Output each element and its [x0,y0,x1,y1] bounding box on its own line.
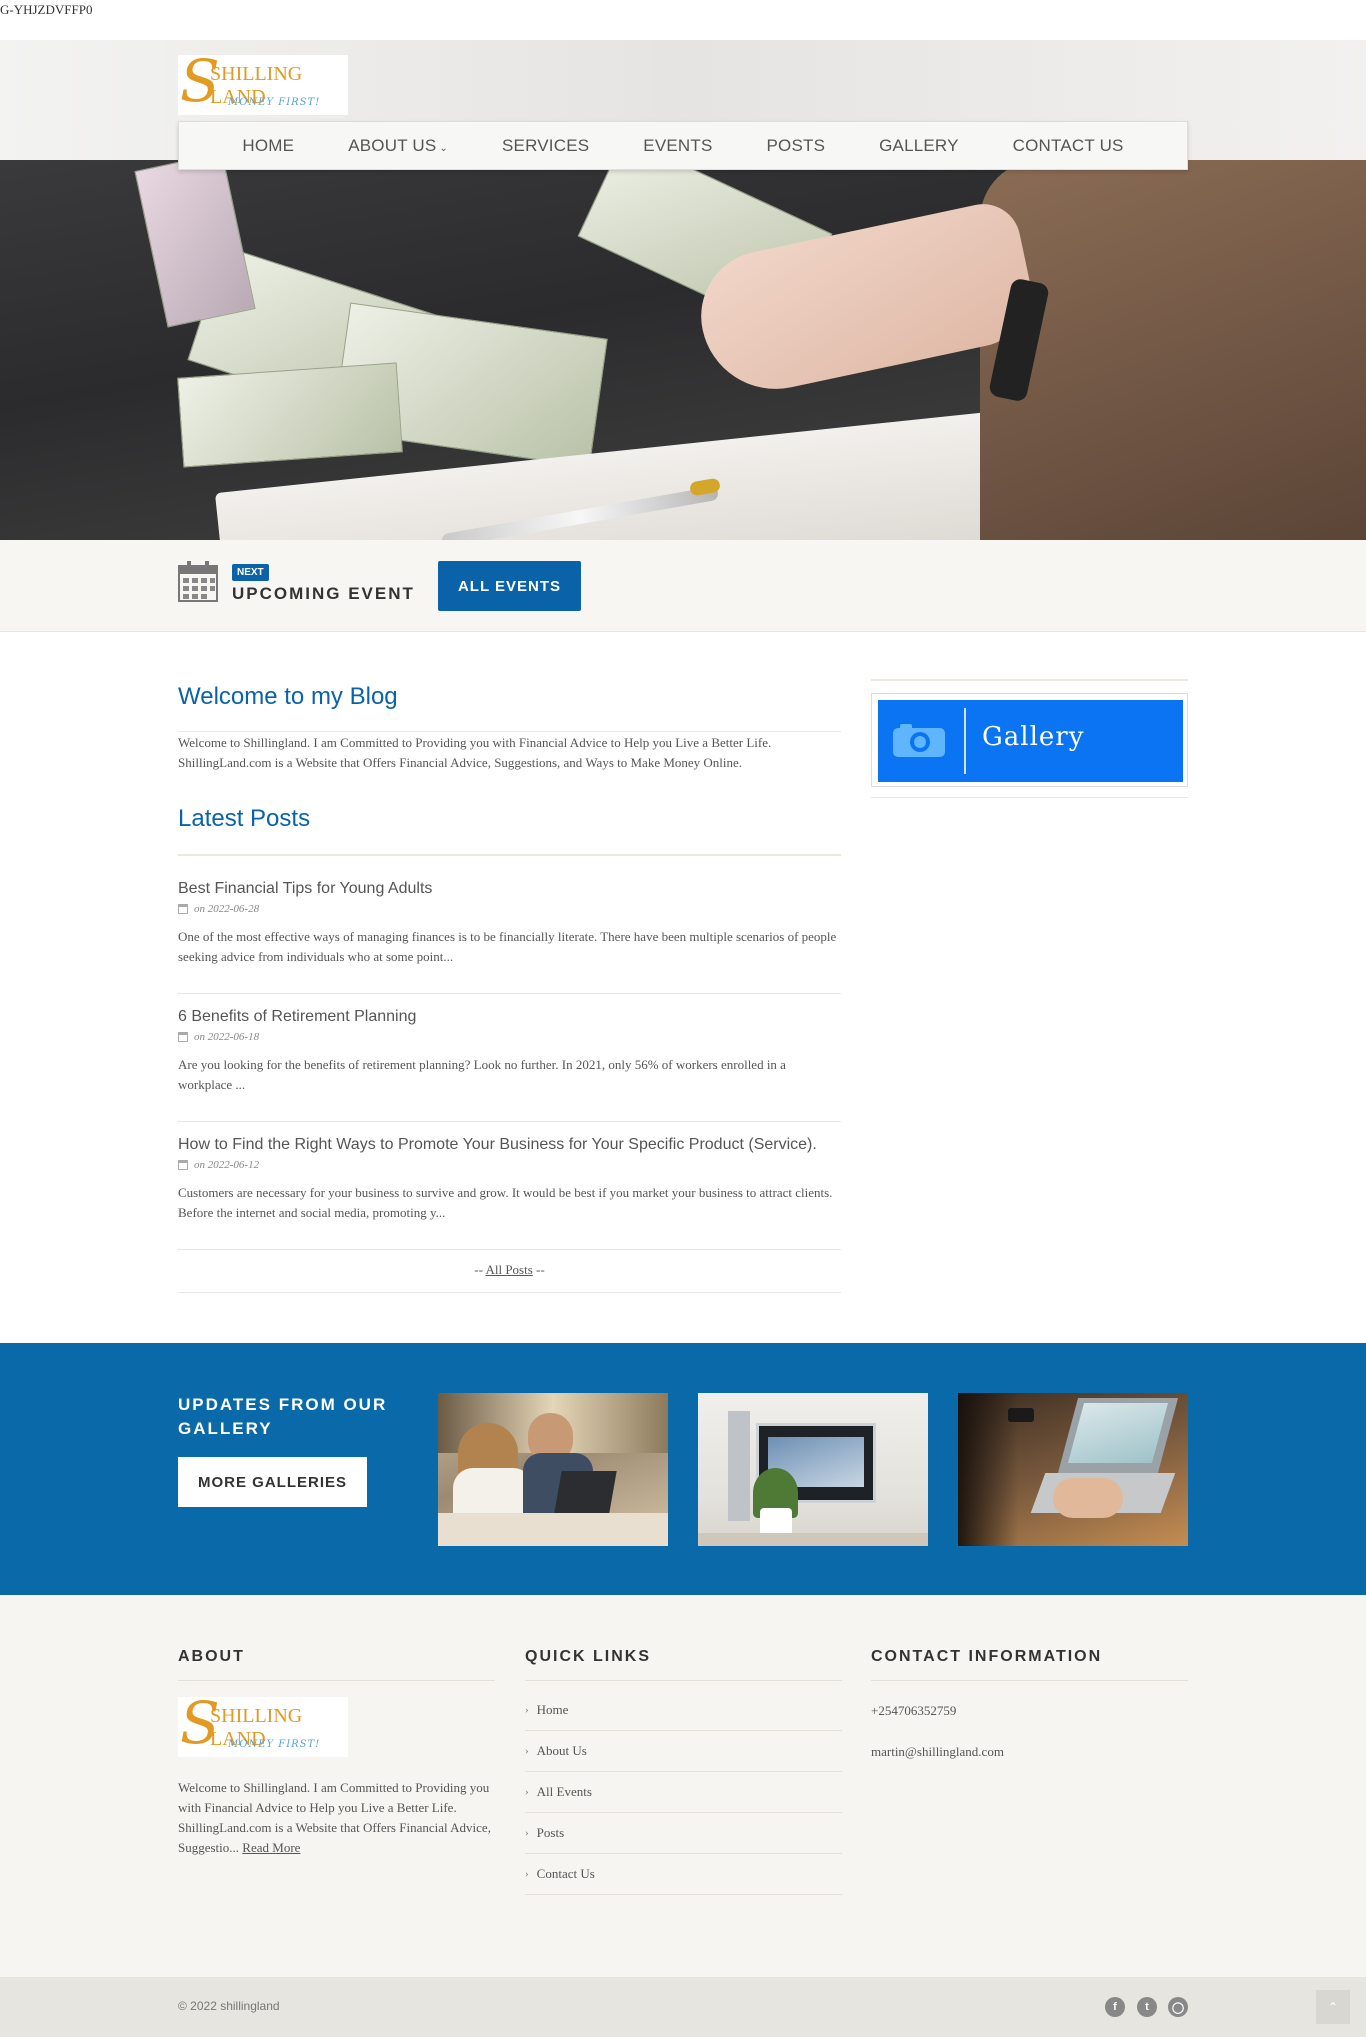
main-nav: HOME ABOUT US ⌄ SERVICES EVENTS POSTS GAL… [178,121,1188,170]
gallery-banner-link[interactable]: Gallery [878,700,1183,782]
gallery-thumbnail[interactable] [958,1393,1188,1546]
logo-tagline: MONEY FIRST! [228,97,321,108]
nav-services[interactable]: SERVICES [475,136,616,156]
footer-quick-links-title: QUICK LINKS [525,1648,651,1665]
quick-link-label: Contact Us [536,1866,595,1881]
nav-gallery[interactable]: GALLERY [852,136,986,156]
site-footer: ABOUT S SHILLING LAND MONEY FIRST! Welco… [0,1595,1366,1977]
all-posts-row: -- All Posts -- [178,1262,841,1278]
divider [525,1680,842,1681]
logo-tagline: MONEY FIRST! [228,1739,321,1750]
upcoming-event-bar: NEXT UPCOMING EVENT ALL EVENTS [0,540,1366,632]
quick-link-about-us[interactable]: › About Us [525,1731,842,1772]
calendar-icon [178,1160,188,1170]
footer-about-body: Welcome to Shillingland. I am Committed … [178,1780,491,1855]
facebook-icon[interactable]: f [1105,1997,1125,2017]
site-logo[interactable]: S SHILLING LAND MONEY FIRST! [178,51,348,115]
next-badge: NEXT [232,564,269,581]
chevron-down-icon: ⌄ [439,142,449,154]
chevron-right-icon: › [525,1745,529,1757]
chevron-right-icon: › [525,1704,529,1716]
nav-about-us-label: ABOUT US [348,135,437,155]
all-events-button[interactable]: ALL EVENTS [438,561,581,611]
calendar-icon [178,904,188,914]
nav-about-us[interactable]: ABOUT US ⌄ [321,136,475,156]
upcoming-event-title: UPCOMING EVENT [232,584,415,603]
divider [178,993,841,994]
nav-posts[interactable]: POSTS [740,136,853,156]
post-title-link[interactable]: How to Find the Right Ways to Promote Yo… [178,1136,817,1153]
post-date-text: on 2022-06-12 [194,1159,260,1171]
post-date: on 2022-06-12 [178,1159,841,1171]
post-item: Best Financial Tips for Young Adults on … [178,880,841,967]
welcome-text: Welcome to Shillingland. I am Committed … [178,735,772,770]
footer-contact-title: CONTACT INFORMATION [871,1648,1103,1665]
camera-icon [893,724,945,757]
gallery-updates-section: UPDATES FROM OUR GALLERY MORE GALLERIES [0,1343,1366,1595]
instagram-icon[interactable]: ◯ [1168,1997,1188,2017]
divider [178,1680,495,1681]
copyright-text: © 2022 shillingland [178,1999,280,2013]
post-title-link[interactable]: Best Financial Tips for Young Adults [178,880,432,897]
divider [871,679,1188,681]
all-posts-suffix: -- [532,1262,545,1277]
quick-links-list: › Home › About Us › All Events › Posts › Cont… [525,1690,842,1895]
tracking-id-text: G-YHJZDVFFP0 [0,2,93,17]
post-date: on 2022-06-28 [178,903,841,915]
quick-link-label: Home [536,1702,569,1717]
post-date-text: on 2022-06-18 [194,1031,260,1043]
divider [178,731,841,732]
chevron-right-icon: › [525,1827,529,1839]
quick-link-all-events[interactable]: › All Events [525,1772,842,1813]
latest-posts-title: Latest Posts [178,805,311,832]
post-item: 6 Benefits of Retirement Planning on 202… [178,1008,841,1095]
post-excerpt: One of the most effective ways of managi… [178,929,837,964]
footer-about-text: Welcome to Shillingland. I am Committed … [178,1778,498,1858]
divider [871,797,1188,798]
bottom-bar: © 2022 shillingland f t ◯ ⌃ [0,1977,1366,2037]
calendar-icon [178,561,218,602]
divider [871,1680,1188,1681]
divider [964,708,966,774]
gallery-widget: Gallery [871,693,1188,787]
calendar-icon [178,1032,188,1042]
quick-link-label: Posts [536,1825,565,1840]
quick-link-label: About Us [536,1743,587,1758]
nav-home[interactable]: HOME [215,136,321,156]
post-excerpt: Are you looking for the benefits of reti… [178,1057,786,1092]
post-item: How to Find the Right Ways to Promote Yo… [178,1136,841,1223]
post-title-link[interactable]: 6 Benefits of Retirement Planning [178,1008,416,1025]
gallery-thumbnail[interactable] [438,1393,668,1546]
back-to-top-icon[interactable]: ⌃ [1316,1990,1350,2024]
footer-logo[interactable]: S SHILLING LAND MONEY FIRST! [178,1693,348,1757]
divider [178,1121,841,1122]
post-date-text: on 2022-06-28 [194,903,260,915]
quick-link-posts[interactable]: › Posts [525,1813,842,1854]
all-posts-prefix: -- [474,1262,486,1277]
quick-link-label: All Events [536,1784,592,1799]
nav-events[interactable]: EVENTS [616,136,739,156]
hero-image [0,40,1366,540]
footer-about-title: ABOUT [178,1648,245,1665]
read-more-link[interactable]: Read More [242,1840,300,1855]
welcome-title: Welcome to my Blog [178,683,398,710]
divider [178,854,841,856]
more-galleries-button[interactable]: MORE GALLERIES [178,1457,367,1507]
gallery-updates-title: UPDATES FROM OUR GALLERY [178,1395,388,1438]
divider [178,1249,841,1250]
post-excerpt: Customers are necessary for your busines… [178,1185,833,1220]
twitter-icon[interactable]: t [1137,1997,1157,2017]
post-date: on 2022-06-18 [178,1031,841,1043]
chevron-right-icon: › [525,1786,529,1798]
quick-link-home[interactable]: › Home [525,1690,842,1731]
contact-email[interactable]: martin@shillingland.com [871,1744,1004,1760]
divider [178,1292,841,1293]
gallery-thumbnail[interactable] [698,1393,928,1546]
chevron-right-icon: › [525,1868,529,1880]
contact-phone: +254706352759 [871,1703,957,1718]
all-posts-link[interactable]: All Posts [485,1262,532,1277]
nav-contact-us[interactable]: CONTACT US [986,136,1151,156]
gallery-banner-label: Gallery [982,722,1085,752]
quick-link-contact-us[interactable]: › Contact Us [525,1854,842,1895]
